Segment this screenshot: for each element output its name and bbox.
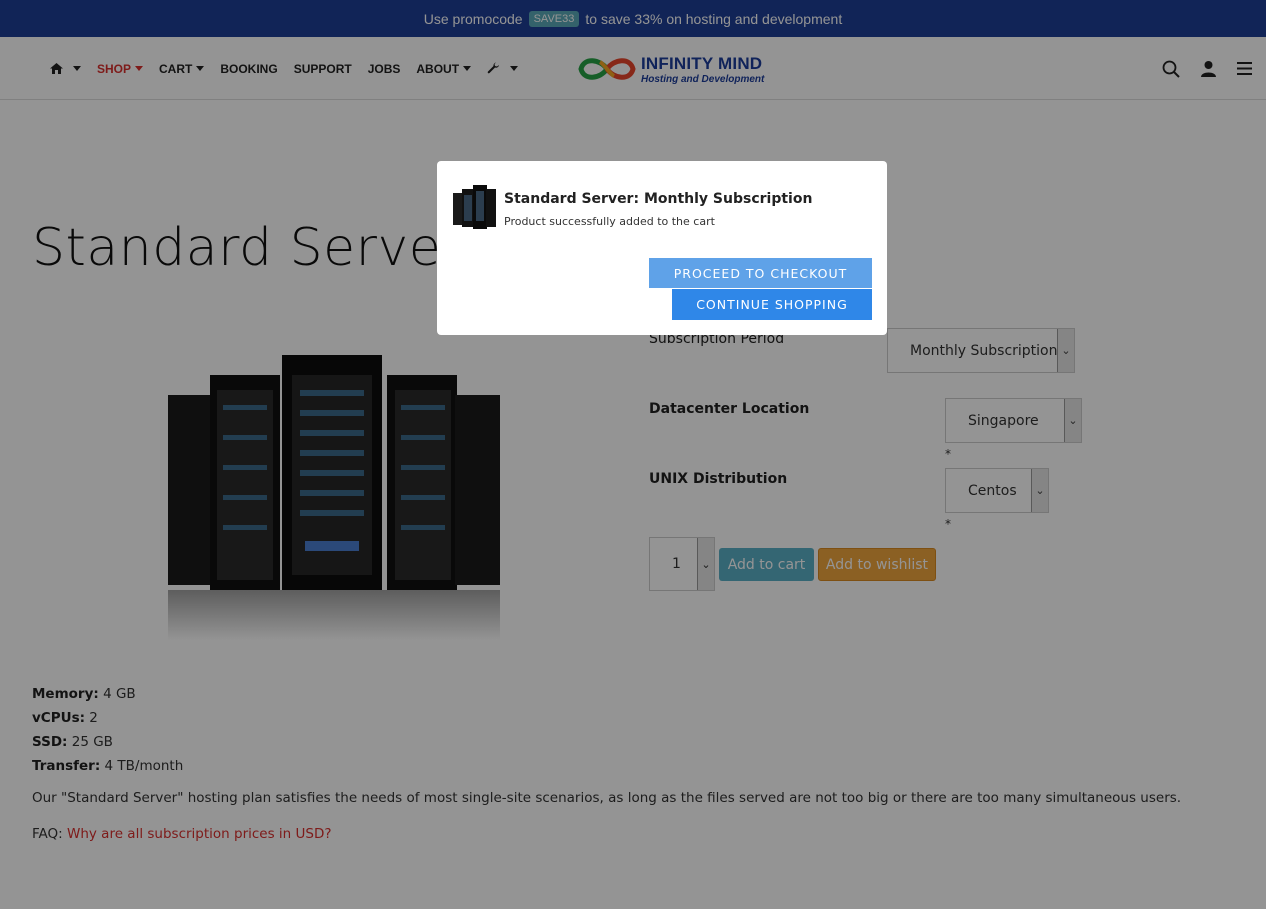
modal-subtitle: Product successfully added to the cart [504, 215, 715, 228]
modal-backdrop[interactable] [0, 0, 1266, 909]
product-thumbnail [453, 185, 496, 229]
proceed-to-checkout-button[interactable]: PROCEED TO CHECKOUT [649, 258, 872, 288]
continue-shopping-button[interactable]: CONTINUE SHOPPING [672, 289, 872, 320]
added-to-cart-modal: Standard Server: Monthly Subscription Pr… [437, 161, 887, 335]
modal-title: Standard Server: Monthly Subscription [504, 191, 813, 207]
